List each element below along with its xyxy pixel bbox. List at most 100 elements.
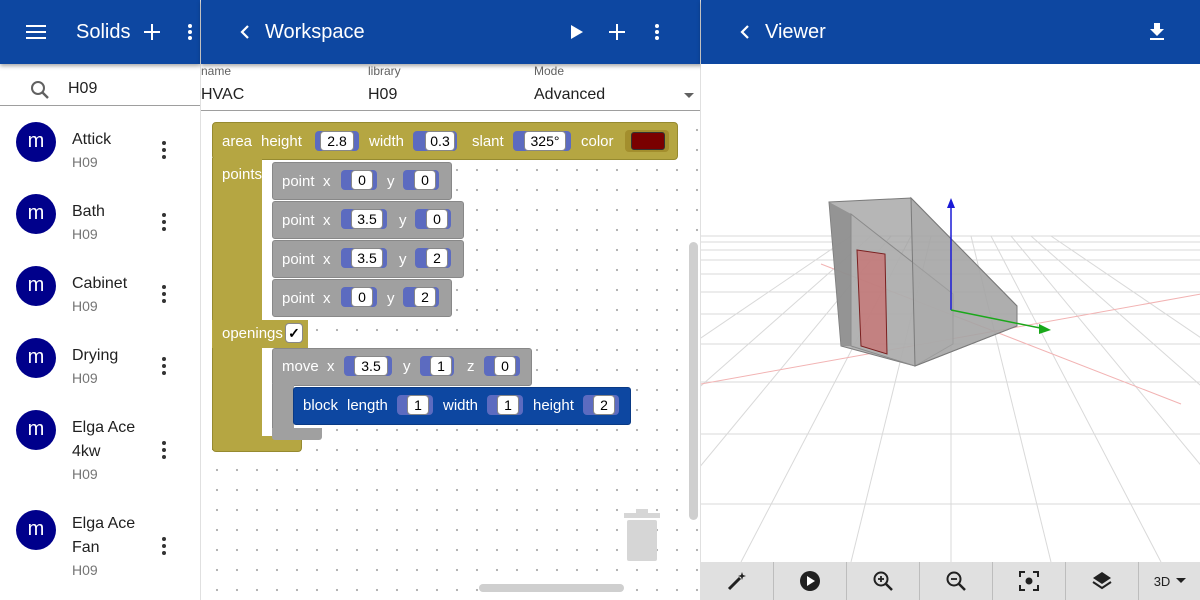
point-label: point [282, 251, 315, 268]
solids-search[interactable]: H09 [0, 64, 200, 106]
block-width-label: width [443, 397, 479, 414]
point-x-label: x [323, 290, 331, 307]
zoom-out-icon[interactable] [920, 562, 993, 600]
avatar: m [16, 338, 56, 378]
avatar: m [16, 510, 56, 550]
canvas-horizontal-scrollbar[interactable] [479, 584, 624, 592]
point-x-input[interactable]: 0 [351, 287, 373, 307]
avatar: m [16, 266, 56, 306]
library-field[interactable]: H09 [368, 86, 397, 104]
back-icon[interactable] [233, 20, 257, 44]
block-width-input[interactable]: 1 [497, 395, 519, 415]
item-library: H09 [72, 154, 98, 170]
block-height-input[interactable]: 2 [593, 395, 615, 415]
area-width-input[interactable]: 0.3 [425, 131, 455, 151]
viewer-toolbar: 3D [701, 562, 1200, 600]
name-field[interactable]: HVAC [201, 86, 244, 104]
area-label: area [222, 133, 253, 150]
viewer-panel: Viewer 3D [700, 0, 1200, 600]
point-x-input[interactable]: 0 [351, 170, 373, 190]
mode-select[interactable]: Advanced [534, 86, 605, 104]
menu-icon[interactable] [24, 20, 48, 44]
mode-dropdown-icon[interactable] [681, 90, 697, 102]
fit-view-icon[interactable] [993, 562, 1066, 600]
view-mode-value: 3D [1153, 573, 1171, 589]
point-y-label: y [387, 290, 395, 307]
add-solid-button[interactable] [140, 20, 164, 44]
point-y-input[interactable]: 0 [414, 170, 436, 190]
name-label: name [201, 64, 232, 78]
move-x-input[interactable]: 3.5 [354, 356, 388, 376]
move-z-input[interactable]: 0 [494, 356, 516, 376]
openings-checkbox[interactable]: ✓ [285, 323, 303, 343]
area-slant-input[interactable]: 325° [524, 131, 566, 151]
point-label: point [282, 212, 315, 229]
move-y-label: y [403, 358, 411, 375]
points-label: points [222, 166, 263, 183]
item-library: H09 [72, 298, 98, 314]
point-x-input[interactable]: 3.5 [351, 209, 383, 229]
block-length-input[interactable]: 1 [407, 395, 429, 415]
magic-wand-icon[interactable] [701, 562, 774, 600]
point-label: point [282, 173, 315, 190]
download-icon[interactable] [1145, 20, 1169, 44]
area-height-label: height [261, 133, 302, 150]
item-name: Attick [72, 131, 112, 148]
search-input[interactable]: H09 [68, 80, 97, 98]
item-more-icon[interactable] [154, 210, 174, 234]
point-x-label: x [323, 251, 331, 268]
item-name: Elga Ace Fan [72, 515, 136, 556]
avatar: m [16, 410, 56, 450]
point-x-input[interactable]: 3.5 [351, 248, 383, 268]
app: Solids H09 m Attick H09 m Bath H09 m Cab… [0, 0, 1200, 600]
canvas-vertical-scrollbar[interactable] [689, 242, 698, 520]
item-more-icon[interactable] [154, 354, 174, 378]
point-y-label: y [387, 173, 395, 190]
solids-more-icon[interactable] [180, 20, 200, 44]
play-icon[interactable] [774, 562, 847, 600]
point-x-label: x [323, 212, 331, 229]
block-label: block [303, 397, 339, 414]
item-name: Bath [72, 203, 105, 220]
list-item[interactable]: m Cabinet H09 [0, 256, 200, 328]
layers-icon[interactable] [1066, 562, 1139, 600]
block-length-label: length [347, 397, 388, 414]
view-mode-dropdown-icon [1176, 578, 1187, 583]
list-item[interactable]: m Drying H09 [0, 328, 200, 400]
move-block-foot [272, 428, 322, 440]
block-canvas[interactable]: area height 2.8 width 0.3 slant 325° col… [201, 112, 701, 596]
viewer-back-icon[interactable] [733, 20, 757, 44]
list-item[interactable]: m Elga Ace Fan H09 [0, 496, 200, 592]
item-more-icon[interactable] [154, 534, 174, 558]
workspace-more-icon[interactable] [645, 20, 669, 44]
trash-icon[interactable] [621, 508, 663, 564]
list-item[interactable]: m Attick H09 [0, 112, 200, 184]
move-label: move [282, 358, 319, 375]
openings-label: openings [222, 325, 283, 342]
run-icon[interactable] [565, 20, 589, 44]
item-more-icon[interactable] [154, 138, 174, 162]
3d-scene[interactable] [701, 64, 1200, 562]
area-height-input[interactable]: 2.8 [320, 131, 354, 151]
block-height-label: height [533, 397, 574, 414]
point-label: point [282, 290, 315, 307]
move-z-label: z [467, 358, 475, 375]
item-more-icon[interactable] [154, 282, 174, 306]
avatar: m [16, 194, 56, 234]
library-label: library [368, 64, 401, 78]
avatar: m [16, 122, 56, 162]
item-library: H09 [72, 562, 98, 578]
view-mode-select[interactable]: 3D [1139, 562, 1200, 600]
item-more-icon[interactable] [154, 438, 174, 462]
zoom-in-icon[interactable] [847, 562, 920, 600]
move-y-input[interactable]: 1 [430, 356, 452, 376]
point-y-input[interactable]: 0 [426, 209, 448, 229]
area-block-spine [212, 158, 262, 450]
list-item[interactable]: m Bath H09 [0, 184, 200, 256]
add-block-button[interactable] [605, 20, 629, 44]
area-slant-label: slant [472, 133, 504, 150]
list-item[interactable]: m Elga Ace 4kw H09 [0, 400, 200, 496]
point-y-input[interactable]: 2 [426, 248, 448, 268]
color-swatch[interactable] [631, 132, 665, 150]
point-y-input[interactable]: 2 [414, 287, 436, 307]
